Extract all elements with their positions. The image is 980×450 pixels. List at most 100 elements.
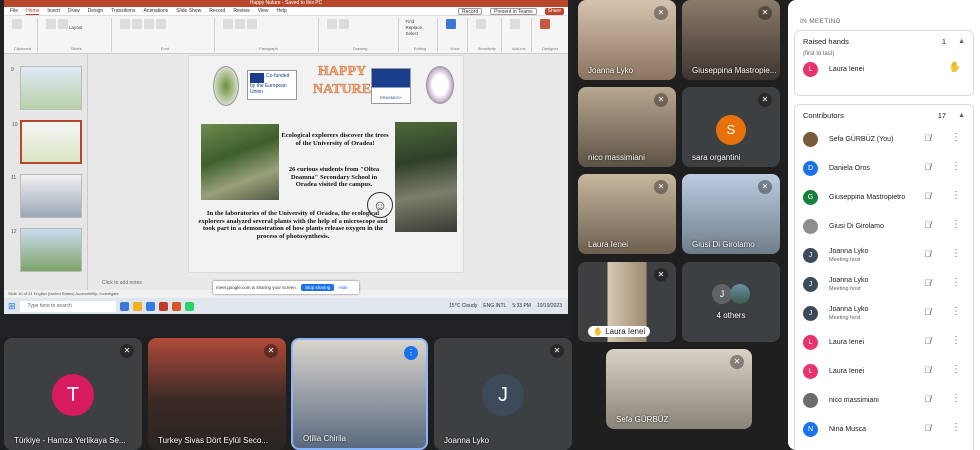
addins-icon[interactable] [510,19,521,29]
sensitivity-icon[interactable] [476,19,487,29]
mic-off-icon[interactable]: 🎙̸ [924,133,931,143]
tile-laura-2[interactable]: ✕ ✋ Laura Ienei [578,262,676,342]
numbering-icon[interactable] [235,19,246,29]
explorer-icon[interactable] [132,301,142,311]
menu-record[interactable]: Record [209,7,225,15]
participant-row[interactable]: Sefa GÜRBÜZ (You) 🎙̸ ⋮ [795,125,973,154]
tile-turkey-sivas[interactable]: ✕ Turkey Sivas Dört Eylül Seco... [148,338,286,450]
participant-row[interactable]: G Giuseppina Mastropietro 🎙̸ ⋮ [795,183,973,212]
align-icon[interactable] [247,19,258,29]
record-button[interactable]: Record [457,8,483,15]
chevron-up-icon[interactable]: ▲ [958,112,965,119]
paste-icon[interactable] [12,19,22,29]
more-options-icon[interactable]: ⋮ [951,364,961,375]
shapes-icon[interactable] [326,19,337,29]
tile-otilia[interactable]: ⋮ Otilia Chirila [291,338,428,450]
reuse-slides-icon[interactable] [57,19,68,29]
current-slide[interactable]: Co-funded by the European Union HAPPY NA… [189,56,463,272]
layout-button[interactable]: Layout [69,25,83,30]
lower-hand-icon[interactable]: ✋ [949,62,961,73]
menu-review[interactable]: Review [233,7,249,15]
designer-icon[interactable] [540,19,551,29]
raised-hands-header[interactable]: Raised hands 1 ▲ [795,31,973,51]
more-options-icon[interactable]: ⋮ [951,190,961,201]
replace-button[interactable]: Replace [406,25,423,30]
font-color-icon[interactable] [155,19,166,29]
new-slide-icon[interactable] [45,19,56,29]
italic-icon[interactable] [131,19,142,29]
thumb-slide-9[interactable]: 9 [11,66,82,110]
menu-home[interactable]: Home [26,7,40,15]
tile-giuseppina[interactable]: ✕ Giuseppina Mastropie... [682,0,780,80]
tile-nico[interactable]: ✕ nico massimiani [578,87,676,167]
more-options-icon[interactable]: ⋮ [951,306,961,317]
ppt-share-button[interactable]: Share [544,8,564,15]
chevron-up-icon[interactable]: ▲ [958,38,965,45]
menu-draw[interactable]: Draw [68,7,80,15]
tile-giusi[interactable]: ✕ Giusi Di Girolamo [682,174,780,254]
clock-date[interactable]: 10/19/2023 [537,303,562,309]
hide-banner-button[interactable]: Hide [338,285,347,290]
more-options-icon[interactable]: ⋮ [951,335,961,346]
tile-turkiye-hamza[interactable]: ✕ T Türkiye - Hamza Yerlikaya Se... [4,338,142,450]
menu-animations[interactable]: Animations [143,7,168,15]
stop-sharing-button[interactable]: Stop sharing [301,284,335,291]
tile-sara[interactable]: ✕ S sara organtini [682,87,780,167]
powerpoint-taskbar-icon[interactable] [158,301,168,311]
more-options-icon[interactable]: ⋮ [951,422,961,433]
participant-row[interactable]: L Laura Ienei 🎙̸ ⋮ [795,328,973,357]
menu-insert[interactable]: Insert [47,7,60,15]
thumb-slide-10[interactable]: 10 [12,120,82,164]
thumb-slide-12[interactable]: 12 [11,228,82,272]
bullets-icon[interactable] [223,19,234,29]
notes-pane[interactable]: Click to add notes [102,280,142,286]
select-button[interactable]: Select [406,31,419,36]
more-options-icon[interactable]: ⋮ [951,132,961,143]
tile-laura-1[interactable]: ✕ Laura Ienei [578,174,676,254]
firefox-icon[interactable] [171,301,181,311]
participant-row[interactable]: J Joanna Lyko Meeting host 🎙̸ ⋮ [795,270,973,299]
menu-design[interactable]: Design [88,7,104,15]
menu-help[interactable]: Help [276,7,286,15]
mic-off-icon[interactable]: 🎙̸ [924,220,931,230]
mic-off-icon[interactable]: 🎙̸ [924,162,931,172]
menu-slideshow[interactable]: Slide Show [176,7,201,15]
lang-indicator[interactable]: ENG INTL [483,303,506,309]
more-options-icon[interactable]: ⋮ [951,161,961,172]
bold-icon[interactable] [119,19,130,29]
participant-row[interactable]: L Laura Ienei 🎙̸ ⋮ [795,357,973,386]
more-options-icon[interactable]: ⋮ [951,248,961,259]
participant-row[interactable]: nico massimiani 🎙̸ ⋮ [795,386,973,415]
mic-off-icon[interactable]: 🎙̸ [924,365,931,375]
menu-transitions[interactable]: Transitions [111,7,135,15]
underline-icon[interactable] [143,19,154,29]
clock-time[interactable]: 5:33 PM [512,303,531,309]
mic-off-icon[interactable]: 🎙̸ [924,278,931,288]
taskview-icon[interactable] [119,301,129,311]
participant-row[interactable]: N Nina Musca 🎙̸ ⋮ [795,415,973,444]
participant-row[interactable]: J Joanna Lyko Meeting host 🎙̸ ⋮ [795,299,973,328]
tile-joanna-top[interactable]: ✕ Joanna Lyko [578,0,676,80]
dictate-icon[interactable] [446,19,457,29]
slide-thumbnails[interactable]: 9 10 11 12 [4,54,88,290]
arrange-icon[interactable] [338,19,349,29]
taskbar-search[interactable]: Type here to search [19,300,116,312]
whatsapp-icon[interactable] [184,301,194,311]
tile-sefa-self[interactable]: ✕ Sefa GÜRBÜZ [606,349,752,429]
menu-file[interactable]: File [10,7,18,15]
mic-off-icon[interactable]: 🎙̸ [924,394,931,404]
mic-off-icon[interactable]: 🎙̸ [924,423,931,433]
mic-off-icon[interactable]: 🎙̸ [924,336,931,346]
mic-off-icon[interactable]: 🎙̸ [924,307,931,317]
mic-off-icon[interactable]: 🎙̸ [924,249,931,259]
more-options-icon[interactable]: ⋮ [951,393,961,404]
tile-joanna-bottom[interactable]: ✕ J Joanna Lyko [434,338,572,450]
raised-hand-row[interactable]: L Laura Ienei ✋ [795,57,973,81]
menu-view[interactable]: View [258,7,269,15]
participant-row[interactable]: D Daniela Oros 🎙̸ ⋮ [795,154,973,183]
edge-icon[interactable] [145,301,155,311]
participant-row[interactable]: J Joanna Lyko Meeting host 🎙̸ ⋮ [795,241,973,270]
more-options-icon[interactable]: ⋮ [951,277,961,288]
participant-row[interactable]: Giusi Di Girolamo 🎙̸ ⋮ [795,212,973,241]
slide-editor[interactable]: Co-funded by the European Union HAPPY NA… [88,54,568,290]
